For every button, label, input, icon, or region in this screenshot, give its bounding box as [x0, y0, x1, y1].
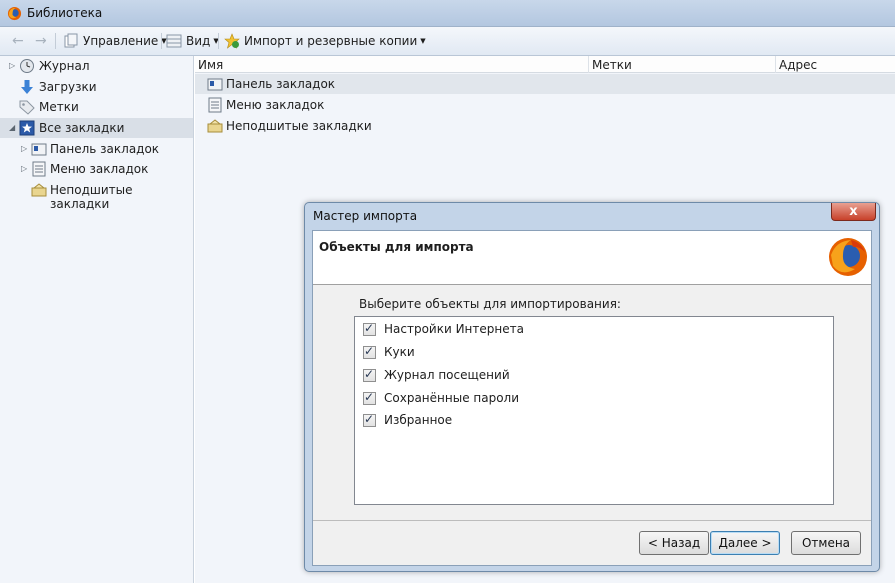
column-header-address[interactable]: Адрес [779, 58, 817, 72]
import-item-checkbox[interactable]: ✓ Избранное [363, 411, 452, 429]
back-button[interactable]: ← [12, 27, 24, 55]
dialog-heading: Объекты для импорта [319, 240, 474, 254]
toolbar-separator [55, 33, 56, 49]
title-bar: Библиотека [0, 0, 895, 27]
column-separator[interactable] [775, 56, 776, 73]
bookmarks-star-icon [19, 120, 35, 136]
manage-label: Управление [83, 34, 159, 48]
import-item-checkbox[interactable]: ✓ Куки [363, 343, 415, 361]
download-arrow-icon [21, 80, 33, 94]
sidebar-item-bookmarks-toolbar[interactable]: ▷ Панель закладок [0, 139, 193, 159]
import-backup-menu-button[interactable]: Импорт и резервные копии ▼ [224, 27, 426, 55]
import-item-checkbox[interactable]: ✓ Журнал посещений [363, 366, 510, 384]
row-name: Панель закладок [226, 77, 336, 91]
dialog-header: Объекты для импорта [313, 231, 871, 285]
sidebar-item-label: Журнал [39, 59, 90, 73]
check-icon: ✓ [364, 366, 375, 381]
dropdown-caret-icon: ▼ [420, 37, 426, 45]
view-icon [166, 34, 182, 48]
sidebar-item-label: Метки [39, 100, 79, 114]
sidebar-item-tags[interactable]: Метки [0, 97, 193, 117]
tag-icon [19, 100, 35, 115]
import-items-list: ✓ Настройки Интернета ✓ Куки ✓ Журнал по… [354, 316, 834, 505]
import-item-label: Сохранённые пароли [384, 391, 520, 405]
expand-twisty-icon[interactable]: ▷ [9, 61, 17, 71]
import-item-checkbox[interactable]: ✓ Сохранённые пароли [363, 389, 519, 407]
check-icon: ✓ [364, 389, 375, 404]
dialog-separator [313, 520, 871, 521]
column-header-name[interactable]: Имя [198, 58, 223, 72]
unsorted-folder-icon [31, 183, 47, 197]
close-button[interactable]: x [831, 203, 876, 221]
sidebar-item-all-bookmarks[interactable]: ◢ Все закладки [0, 118, 193, 138]
checkbox[interactable]: ✓ [363, 366, 376, 382]
bookmarks-menu-icon [208, 97, 222, 113]
back-arrow-icon: ← [12, 33, 24, 49]
manage-menu-button[interactable]: Управление ▼ [63, 27, 167, 55]
import-star-icon [224, 33, 240, 49]
close-icon: x [849, 204, 858, 219]
sidebar-item-label: Панель закладок [50, 142, 160, 156]
import-backup-label: Импорт и резервные копии [244, 34, 418, 48]
toolbar-separator [218, 33, 219, 49]
sidebar-item-label: Меню закладок [50, 162, 149, 176]
next-button[interactable]: Далее > [710, 531, 780, 555]
sidebar-item-downloads[interactable]: Загрузки [0, 77, 193, 97]
sidebar-item-label: Неподшитые закладки [50, 183, 133, 211]
sidebar-item-bookmarks-menu[interactable]: ▷ Меню закладок [0, 159, 193, 179]
checkbox[interactable]: ✓ [363, 343, 376, 359]
check-icon: ✓ [364, 320, 375, 335]
toolbar: ← → Управление ▼ Вид ▼ Импорт и резервны… [0, 27, 895, 56]
dialog-body: Объекты для импорта Выберите объекты для… [312, 230, 872, 566]
organize-icon [64, 33, 78, 48]
checkbox[interactable]: ✓ [363, 411, 376, 427]
expand-twisty-icon[interactable]: ▷ [21, 164, 29, 174]
unsorted-folder-icon [207, 119, 223, 133]
import-item-label: Настройки Интернета [384, 322, 524, 336]
check-icon: ✓ [364, 343, 375, 358]
import-item-label: Куки [384, 345, 415, 359]
expand-twisty-icon[interactable]: ▷ [21, 144, 29, 154]
firefox-logo-icon [829, 238, 867, 276]
row-name: Меню закладок [226, 98, 325, 112]
collapse-twisty-icon[interactable]: ◢ [9, 123, 17, 133]
import-item-checkbox[interactable]: ✓ Настройки Интернета [363, 320, 524, 338]
forward-button[interactable]: → [35, 27, 47, 55]
list-row[interactable]: Неподшитые закладки [195, 116, 895, 136]
bookmarks-toolbar-icon [207, 78, 223, 91]
import-item-label: Журнал посещений [384, 368, 510, 382]
check-icon: ✓ [364, 411, 375, 426]
back-button[interactable]: < Назад [639, 531, 709, 555]
row-name: Неподшитые закладки [226, 119, 372, 133]
checkbox[interactable]: ✓ [363, 320, 376, 336]
sidebar-tree: ▷ Журнал Загрузки Метки ◢ Все закладки ▷ [0, 56, 194, 583]
sidebar-item-label: Загрузки [39, 80, 97, 94]
checkbox[interactable]: ✓ [363, 389, 376, 405]
list-row[interactable]: Панель закладок [195, 74, 895, 94]
sidebar-item-label: Все закладки [39, 121, 125, 135]
firefox-icon [7, 6, 22, 21]
dialog-prompt: Выберите объекты для импортирования: [359, 297, 621, 311]
toolbar-separator [161, 33, 162, 49]
sidebar-item-history[interactable]: ▷ Журнал [0, 56, 193, 76]
cancel-button[interactable]: Отмена [791, 531, 861, 555]
column-header-tags[interactable]: Метки [592, 58, 632, 72]
bookmarks-menu-icon [32, 161, 46, 177]
sidebar-item-unsorted-bookmarks[interactable]: Неподшитые закладки [0, 180, 193, 211]
clock-icon [20, 59, 34, 73]
view-label: Вид [186, 34, 211, 48]
import-item-label: Избранное [384, 413, 453, 427]
bookmarks-toolbar-icon [31, 143, 47, 156]
window-title: Библиотека [27, 6, 103, 20]
list-row[interactable]: Меню закладок [195, 95, 895, 115]
dialog-title: Мастер импорта [313, 209, 418, 223]
column-separator[interactable] [588, 56, 589, 73]
column-headers: Имя Метки Адрес [195, 56, 895, 73]
forward-arrow-icon: → [35, 33, 47, 49]
view-menu-button[interactable]: Вид ▼ [166, 27, 219, 55]
import-wizard-dialog: Мастер импорта x Объекты для импорта Выб… [304, 202, 880, 572]
